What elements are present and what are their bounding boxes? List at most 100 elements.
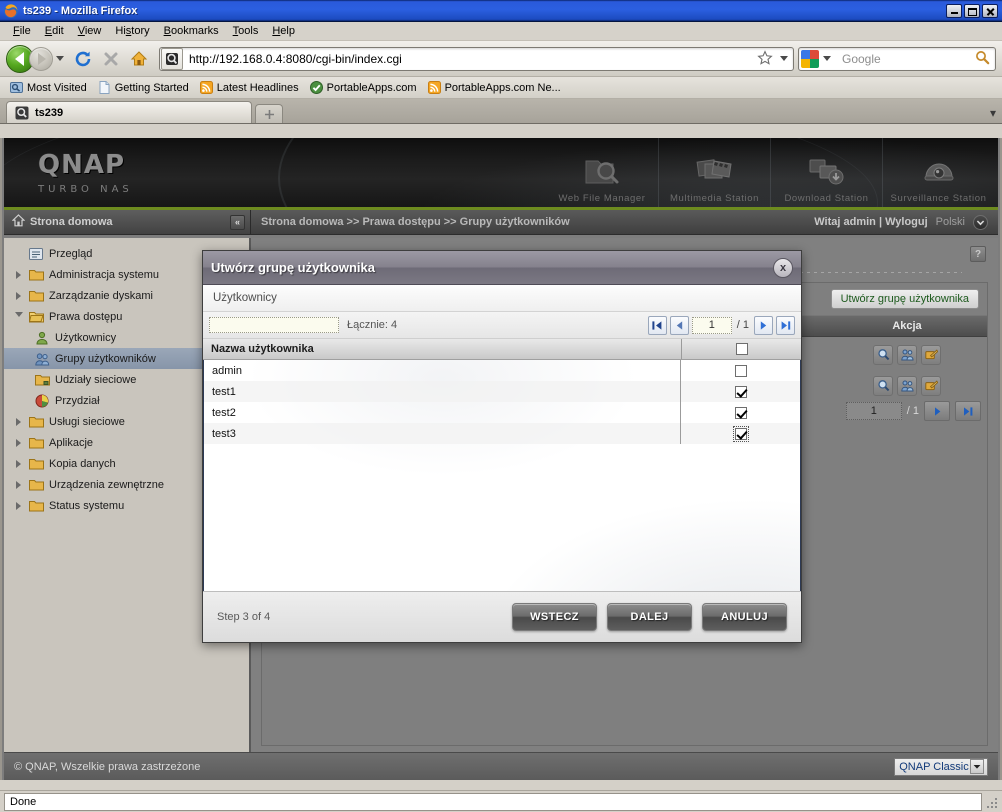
row-checkbox-cell[interactable]	[681, 364, 800, 377]
bookmark-label: Getting Started	[114, 81, 189, 94]
breadcrumb: Strona domowa >> Prawa dostępu >> Grupy …	[261, 216, 570, 228]
reload-button[interactable]	[70, 46, 96, 72]
twisty-closed-icon[interactable]	[14, 501, 23, 510]
select-all-cell[interactable]	[682, 343, 801, 355]
details-icon[interactable]	[873, 375, 893, 396]
row-checkbox-cell[interactable]	[681, 425, 800, 442]
row-checkbox-cell[interactable]	[681, 385, 800, 398]
sidebar-item-label: Prawa dostępu	[49, 310, 123, 323]
google-logo-icon[interactable]	[801, 49, 819, 68]
stop-button[interactable]	[98, 46, 124, 72]
twisty-closed-icon[interactable]	[14, 291, 23, 300]
create-user-group-button[interactable]: Utwórz grupę użytkownika	[830, 289, 979, 309]
tab-ts239[interactable]: ts239	[6, 101, 252, 123]
search-go-icon[interactable]	[975, 50, 990, 68]
table-row[interactable]	[827, 339, 987, 370]
menu-item-tools[interactable]: Tools	[226, 24, 266, 38]
twisty-closed-icon[interactable]	[14, 438, 23, 447]
row-checkbox[interactable]	[732, 425, 749, 442]
prev-page-icon[interactable]	[669, 315, 689, 335]
table-row[interactable]	[827, 370, 987, 401]
table-row[interactable]: test2	[204, 402, 800, 423]
language-dropdown-icon[interactable]	[973, 214, 988, 230]
last-page-icon[interactable]	[776, 315, 795, 335]
menu-item-file[interactable]: File	[6, 24, 38, 38]
members-icon[interactable]	[897, 375, 917, 396]
theme-select[interactable]: QNAP Classic	[894, 757, 988, 776]
app-web-file-manager[interactable]: Web File Manager	[546, 138, 658, 207]
bookmark-portableapps-news[interactable]: PortableApps.com Ne...	[424, 80, 565, 95]
search-engine-dropdown-icon[interactable]	[823, 56, 831, 61]
table-row[interactable]: test1	[204, 381, 800, 402]
collapse-sidebar-button[interactable]: «	[230, 214, 245, 230]
table-row[interactable]: test3	[204, 423, 800, 444]
members-icon[interactable]	[897, 344, 917, 365]
search-bar[interactable]: Google	[798, 46, 996, 71]
minimize-button[interactable]	[946, 3, 962, 18]
qnap-logo[interactable]: QNAP TURBO NAS	[38, 150, 133, 195]
app-download-station[interactable]: Download Station	[770, 138, 882, 207]
bookmark-latest-headlines[interactable]: Latest Headlines	[196, 80, 303, 95]
app-multimedia-station[interactable]: Multimedia Station	[658, 138, 770, 207]
welcome-logout[interactable]: Witaj admin | Wyloguj	[814, 216, 927, 228]
bookmark-star-icon[interactable]	[757, 49, 775, 68]
close-button[interactable]	[982, 3, 998, 18]
twisty-closed-icon[interactable]	[14, 270, 23, 279]
twisty-open-icon[interactable]	[14, 312, 23, 321]
users-group-icon	[34, 351, 50, 367]
next-button[interactable]: DALEJ	[607, 603, 692, 631]
dialog-close-icon[interactable]: x	[773, 257, 793, 278]
url-bar[interactable]: http://192.168.0.4:8080/cgi-bin/index.cg…	[159, 46, 794, 71]
bookmark-portableapps[interactable]: PortableApps.com	[306, 80, 421, 95]
menu-item-bookmarks[interactable]: Bookmarks	[157, 24, 226, 38]
forward-button[interactable]	[29, 46, 53, 71]
select-all-checkbox[interactable]	[735, 343, 748, 355]
maximize-button[interactable]	[964, 3, 980, 18]
row-checkbox[interactable]	[734, 385, 747, 398]
resize-grip-icon[interactable]	[984, 795, 998, 809]
cancel-button[interactable]: ANULUJ	[702, 603, 787, 631]
twisty-closed-icon[interactable]	[14, 480, 23, 489]
last-page-icon[interactable]	[955, 401, 981, 421]
edit-icon[interactable]	[921, 375, 941, 396]
sidebar-home-header[interactable]: Strona domowa «	[4, 210, 251, 234]
menu-item-edit[interactable]: Edit	[38, 24, 71, 38]
bookmark-label: PortableApps.com Ne...	[444, 81, 561, 94]
history-dropdown-icon[interactable]	[56, 56, 64, 61]
bookmark-most-visited[interactable]: Most Visited	[6, 80, 91, 95]
bookmark-getting-started[interactable]: Getting Started	[94, 80, 193, 95]
twisty-closed-icon[interactable]	[14, 459, 23, 468]
home-icon	[11, 214, 26, 230]
site-identity-icon[interactable]	[161, 47, 183, 70]
app-surveillance-station[interactable]: Surveillance Station	[882, 138, 994, 207]
status-text: Done	[4, 792, 982, 811]
url-text[interactable]: http://192.168.0.4:8080/cgi-bin/index.cg…	[184, 52, 757, 66]
menu-item-history[interactable]: History	[108, 24, 156, 38]
new-tab-button[interactable]	[255, 104, 283, 123]
search-input[interactable]: Google	[836, 52, 975, 66]
sidebar-item-label: Grupy użytkowników	[55, 352, 156, 365]
next-page-icon[interactable]	[924, 401, 950, 421]
menu-item-help[interactable]: Help	[265, 24, 302, 38]
next-page-icon[interactable]	[754, 315, 773, 335]
first-page-icon[interactable]	[647, 315, 667, 335]
home-button[interactable]	[126, 46, 152, 72]
help-button[interactable]: ?	[970, 246, 986, 262]
page-number-input[interactable]: 1	[845, 402, 902, 420]
url-dropdown-icon[interactable]	[780, 56, 788, 61]
edit-icon[interactable]	[921, 344, 941, 365]
filter-input[interactable]	[209, 317, 339, 333]
chevron-down-icon[interactable]	[970, 759, 984, 774]
menu-item-view[interactable]: View	[71, 24, 109, 38]
row-checkbox[interactable]	[734, 406, 747, 419]
row-checkbox-cell[interactable]	[681, 406, 800, 419]
theme-select-value: QNAP Classic	[899, 760, 969, 773]
details-icon[interactable]	[873, 344, 893, 365]
table-row[interactable]: admin	[204, 360, 800, 381]
row-checkbox[interactable]	[734, 364, 747, 377]
page-number-input[interactable]: 1	[691, 316, 732, 334]
back-button[interactable]: WSTECZ	[512, 603, 597, 631]
user-name: test1	[212, 385, 236, 398]
list-all-tabs-icon[interactable]: ▾	[990, 106, 996, 120]
twisty-closed-icon[interactable]	[14, 417, 23, 426]
